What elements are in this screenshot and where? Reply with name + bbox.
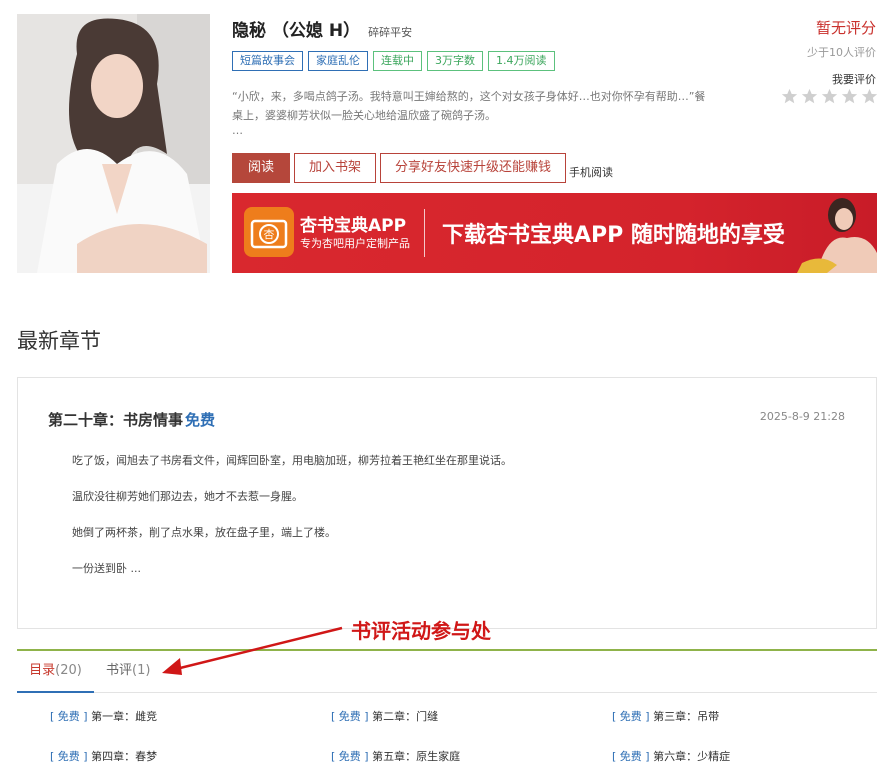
tab-count: (20) — [55, 663, 82, 678]
chapter-name[interactable]: 第三章：吊带 — [653, 710, 719, 723]
chapter-title-text[interactable]: 第二十章：书房情事 — [48, 411, 183, 429]
latest-chapter-title[interactable]: 第二十章：书房情事 免费 — [48, 409, 215, 430]
annotation-arrow — [162, 626, 343, 675]
star-icon[interactable] — [801, 88, 818, 105]
free-tag: [ 免费 ] — [612, 750, 650, 763]
add-to-shelf-button[interactable]: 加入书架 — [294, 153, 377, 183]
tag-category[interactable]: 短篇故事会 — [232, 51, 303, 71]
chapter-paragraph: 吃了饭，闻旭去了书房看文件，闻辉回卧室，用电脑加班，柳芳拉着王艳红坐在那里说话。 — [72, 454, 512, 467]
chapter-list-item[interactable]: [ 免费 ] 第三章：吊带 — [612, 708, 719, 724]
free-badge: 免费 — [185, 411, 216, 429]
chapter-name[interactable]: 第一章：雌竞 — [91, 710, 157, 723]
intro-more: … — [232, 124, 243, 137]
chapter-date: 2025-8-9 21:28 — [759, 410, 845, 423]
annotation-label: 书评活动参与处 — [351, 619, 491, 643]
rating-stars[interactable] — [778, 88, 878, 105]
rating-count: 少于10人评价 — [807, 46, 876, 59]
banner-model-image — [797, 198, 877, 273]
tab-label: 书评 — [106, 663, 133, 678]
banner-subtitle: 专为杏吧用户定制产品 — [300, 237, 410, 250]
action-buttons: 阅读 加入书架 分享好友快速升级还能赚钱 手机阅读 — [232, 153, 613, 183]
chapter-list-item[interactable]: [ 免费 ] 第五章：原生家庭 — [331, 748, 460, 764]
free-tag: [ 免费 ] — [50, 750, 88, 763]
chapter-name[interactable]: 第四章：春梦 — [91, 750, 157, 763]
tab-label: 目录 — [29, 663, 56, 678]
banner-app-name: 杏书宝典APP — [300, 216, 407, 236]
book-intro: “小欣，来，多喝点鸽子汤。我特意叫王婶给熬的，这个对女孩子身体好…也对你怀孕有帮… — [232, 87, 752, 137]
intro-line: 桌上，婆婆柳芳状似一脸关心地给温欣盛了碗鸽子汤。 — [232, 109, 496, 122]
rating-status: 暂无评分 — [815, 19, 876, 37]
intro-line: “小欣，来，多喝点鸽子汤。我特意叫王婶给熬的，这个对女孩子身体好…也对你怀孕有帮… — [232, 90, 706, 103]
chapter-paragraph: 温欣没往柳芳她们那边去，她才不去惹一身腥。 — [72, 490, 303, 503]
book-title-row: 隐秘 （公媳 H） 碎碎平安 — [232, 16, 412, 42]
mobile-read-link[interactable]: 手机阅读 — [569, 156, 613, 180]
tag-read-count: 1.4万阅读 — [488, 51, 555, 71]
chapter-name[interactable]: 第六章：少精症 — [653, 750, 730, 763]
tag-genre[interactable]: 家庭乱伦 — [308, 51, 368, 71]
free-tag: [ 免费 ] — [331, 710, 369, 723]
tab-catalog[interactable]: 目录(20) — [17, 651, 94, 693]
chapter-list-item[interactable]: [ 免费 ] 第一章：雌竞 — [50, 708, 157, 724]
chapter-paragraph: 她倒了两杯茶，削了点水果，放在盘子里，端上了楼。 — [72, 526, 336, 539]
read-button[interactable]: 阅读 — [232, 153, 291, 183]
chapter-paragraph-more[interactable]: 一份送到卧 ... — [72, 562, 512, 598]
latest-chapter-card: 第二十章：书房情事 免费 2025-8-9 21:28 吃了饭，闻旭去了书房看文件… — [17, 377, 877, 629]
star-icon[interactable] — [781, 88, 798, 105]
tabs-bar: 目录(20) 书评(1) — [17, 649, 877, 693]
banner-divider — [424, 209, 425, 257]
chapter-list-item[interactable]: [ 免费 ] 第六章：少精症 — [612, 748, 730, 764]
star-icon[interactable] — [861, 88, 878, 105]
tag-status: 连载中 — [373, 51, 422, 71]
star-icon[interactable] — [821, 88, 838, 105]
svg-text:杏: 杏 — [264, 228, 275, 241]
free-tag: [ 免费 ] — [612, 710, 650, 723]
book-title: 隐秘 （公媳 H） — [232, 21, 361, 41]
latest-chapter-heading: 最新章节 — [17, 329, 101, 353]
chapter-preview: 吃了饭，闻旭去了书房看文件，闻辉回卧室，用电脑加班，柳芳拉着王艳红坐在那里说话。… — [72, 454, 512, 598]
tab-reviews[interactable]: 书评(1) — [106, 651, 150, 693]
banner-slogan: 下载杏书宝典APP 随时随地的享受 — [442, 223, 785, 248]
app-logo-icon: 杏 — [244, 207, 294, 257]
app-download-banner[interactable]: 杏 杏书宝典APP 专为杏吧用户定制产品 下载杏书宝典APP 随时随地的享受 — [232, 193, 877, 273]
free-tag: [ 免费 ] — [50, 710, 88, 723]
star-icon[interactable] — [841, 88, 858, 105]
chapter-list-item[interactable]: [ 免费 ] 第四章：春梦 — [50, 748, 157, 764]
tab-count: (1) — [132, 663, 151, 678]
tag-word-count: 3万字数 — [427, 51, 483, 71]
free-tag: [ 免费 ] — [331, 750, 369, 763]
book-cover-image[interactable] — [17, 14, 210, 273]
book-tags: 短篇故事会 家庭乱伦 连载中 3万字数 1.4万阅读 — [232, 51, 560, 71]
chapter-name[interactable]: 第二章：门缝 — [372, 710, 438, 723]
chapter-name[interactable]: 第五章：原生家庭 — [372, 750, 460, 763]
book-author[interactable]: 碎碎平安 — [368, 24, 412, 40]
rate-link[interactable]: 我要评价 — [832, 71, 876, 87]
chapter-list-item[interactable]: [ 免费 ] 第二章：门缝 — [331, 708, 438, 724]
share-button[interactable]: 分享好友快速升级还能赚钱 — [380, 153, 567, 183]
